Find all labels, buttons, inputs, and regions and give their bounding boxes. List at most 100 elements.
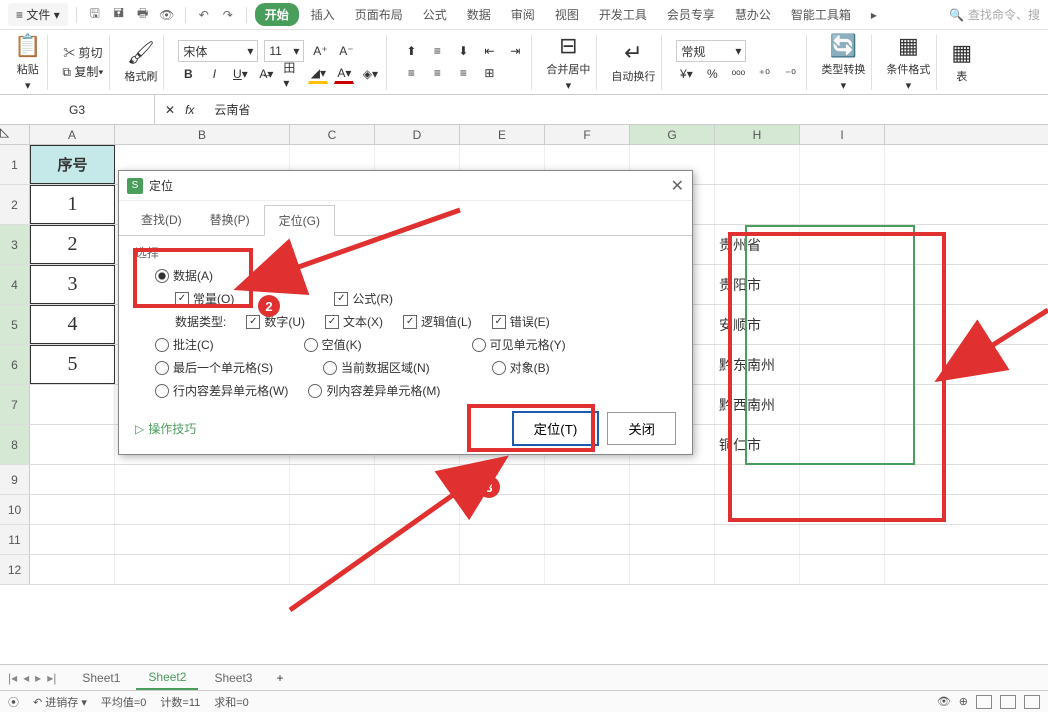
col-header-g[interactable]: G (630, 125, 715, 144)
cell[interactable]: 铜仁市 (715, 425, 800, 464)
col-header-i[interactable]: I (800, 125, 885, 144)
save-icon[interactable]: 🖫 (85, 5, 105, 25)
chk-formula[interactable]: 公式(R) (334, 290, 393, 307)
wrap-button[interactable]: ↵自动换行 (611, 40, 655, 84)
font-grow-icon[interactable]: A⁺ (310, 41, 330, 61)
undo-icon[interactable]: ↶ (194, 5, 214, 25)
tab-data[interactable]: 数据 (459, 3, 499, 26)
record-icon[interactable]: ⦿ (8, 694, 19, 710)
row-header[interactable]: 8 (0, 425, 30, 464)
row-header[interactable]: 5 (0, 305, 30, 344)
font-color-button[interactable]: A▾ (334, 64, 354, 84)
row-header[interactable]: 6 (0, 345, 30, 384)
preview-icon[interactable]: 👁 (157, 5, 177, 25)
tab-view[interactable]: 视图 (547, 3, 587, 26)
file-menu[interactable]: ≡ 文件 ▾ (8, 3, 68, 26)
radio-data[interactable]: 数据(A) (155, 267, 213, 284)
type-convert-button[interactable]: 🔄类型转换▾ (821, 33, 865, 92)
cell[interactable]: 4 (30, 305, 115, 344)
radio-visible[interactable]: 可见单元格(Y) (472, 336, 566, 353)
row-header[interactable]: 10 (0, 495, 30, 524)
row-header[interactable]: 2 (0, 185, 30, 224)
comma-icon[interactable]: ᵒᵒᵒ (728, 64, 748, 84)
font-shrink-icon[interactable]: A⁻ (336, 41, 356, 61)
merge-button[interactable]: ⊟合并居中▾ (546, 33, 590, 92)
align-top-icon[interactable]: ⬆ (401, 41, 421, 61)
col-header-c[interactable]: C (290, 125, 375, 144)
chk-constant[interactable]: 常量(O) (175, 290, 234, 307)
eye-icon[interactable]: 👁 (937, 695, 951, 708)
row-header[interactable]: 7 (0, 385, 30, 424)
strike-button[interactable]: A̶▾ (256, 64, 276, 84)
tab-goto[interactable]: 定位(G) (264, 205, 335, 236)
tab-dev[interactable]: 开发工具 (591, 3, 655, 26)
chk-number[interactable]: 数字(U) (246, 313, 305, 330)
view-normal-icon[interactable] (976, 695, 992, 709)
view-break-icon[interactable] (1024, 695, 1040, 709)
font-family-select[interactable]: 宋体▾ (178, 40, 258, 62)
tab-layout[interactable]: 页面布局 (347, 3, 411, 26)
radio-last[interactable]: 最后一个单元格(S) (155, 359, 273, 376)
dec-inc-icon[interactable]: ⁺⁰ (754, 64, 774, 84)
radio-object[interactable]: 对象(B) (492, 359, 550, 376)
col-header-d[interactable]: D (375, 125, 460, 144)
more-tabs[interactable]: ▸ (863, 5, 885, 25)
paste-button[interactable]: 📋粘贴▾ (14, 33, 41, 92)
row-header[interactable]: 1 (0, 145, 30, 184)
radio-region[interactable]: 当前数据区域(N) (323, 359, 430, 376)
close-icon[interactable]: ✕ (671, 176, 684, 196)
table-style-button[interactable]: ▦表 (951, 40, 972, 84)
sheet-prev-icon[interactable]: ◂ (23, 671, 29, 685)
fill-color-button[interactable]: ◢▾ (308, 64, 328, 84)
row-header[interactable]: 12 (0, 555, 30, 584)
radio-col-diff[interactable]: 列内容差异单元格(M) (308, 382, 440, 399)
cell[interactable]: 2 (30, 225, 115, 264)
underline-button[interactable]: U▾ (230, 64, 250, 84)
indent-left-icon[interactable]: ⇤ (479, 41, 499, 61)
sheet-last-icon[interactable]: ▸| (47, 671, 56, 685)
dec-dec-icon[interactable]: ⁻⁰ (780, 64, 800, 84)
indent-right-icon[interactable]: ⇥ (505, 41, 525, 61)
format-painter-button[interactable]: 🖌格式刷 (124, 40, 157, 84)
print-icon[interactable]: 🖶 (133, 5, 153, 25)
cell[interactable]: 贵州省 (715, 225, 800, 264)
row-header[interactable]: 4 (0, 265, 30, 304)
close-button[interactable]: 关闭 (607, 412, 676, 445)
tips-link[interactable]: ▷ 操作技巧 (135, 420, 196, 437)
currency-icon[interactable]: ¥▾ (676, 64, 696, 84)
cell[interactable]: 1 (30, 185, 115, 224)
add-sheet-icon[interactable]: + (268, 671, 291, 685)
cell[interactable]: 贵阳市 (715, 265, 800, 304)
copy-button[interactable]: ⧉ 复制▾ (62, 63, 103, 80)
fx-icon[interactable]: fx (185, 103, 194, 117)
bold-button[interactable]: B (178, 64, 198, 84)
cond-format-button[interactable]: ▦条件格式▾ (886, 33, 930, 92)
cell[interactable]: 5 (30, 345, 115, 384)
radio-blank[interactable]: 空值(K) (304, 336, 362, 353)
sheet-tab-1[interactable]: Sheet1 (70, 667, 132, 689)
align-middle-icon[interactable]: ≡ (427, 41, 447, 61)
sheet-tab-3[interactable]: Sheet3 (202, 667, 264, 689)
radio-row-diff[interactable]: 行内容差异单元格(W) (155, 382, 288, 399)
row-header[interactable]: 9 (0, 465, 30, 494)
name-box[interactable]: G3 (0, 95, 155, 124)
chk-error[interactable]: 错误(E) (492, 313, 550, 330)
tab-review[interactable]: 审阅 (503, 3, 543, 26)
distribute-icon[interactable]: ⊞ (479, 63, 499, 83)
border-button[interactable]: 田▾ (282, 64, 302, 84)
col-header-e[interactable]: E (460, 125, 545, 144)
command-search[interactable]: 🔍 查找命令、搜 (949, 6, 1040, 23)
tab-formula[interactable]: 公式 (415, 3, 455, 26)
cell[interactable]: 3 (30, 265, 115, 304)
cell[interactable]: 黔东南州 (715, 345, 800, 384)
chk-text[interactable]: 文本(X) (325, 313, 383, 330)
focus-icon[interactable]: ⊕ (959, 695, 968, 708)
dialog-titlebar[interactable]: S 定位 ✕ (119, 171, 692, 201)
row-header[interactable]: 3 (0, 225, 30, 264)
cell[interactable]: 黔西南州 (715, 385, 800, 424)
chk-logical[interactable]: 逻辑值(L) (403, 313, 472, 330)
col-header-f[interactable]: F (545, 125, 630, 144)
col-header-a[interactable]: A (30, 125, 115, 144)
cancel-formula-icon[interactable]: ✕ (165, 103, 175, 117)
align-bottom-icon[interactable]: ⬇ (453, 41, 473, 61)
